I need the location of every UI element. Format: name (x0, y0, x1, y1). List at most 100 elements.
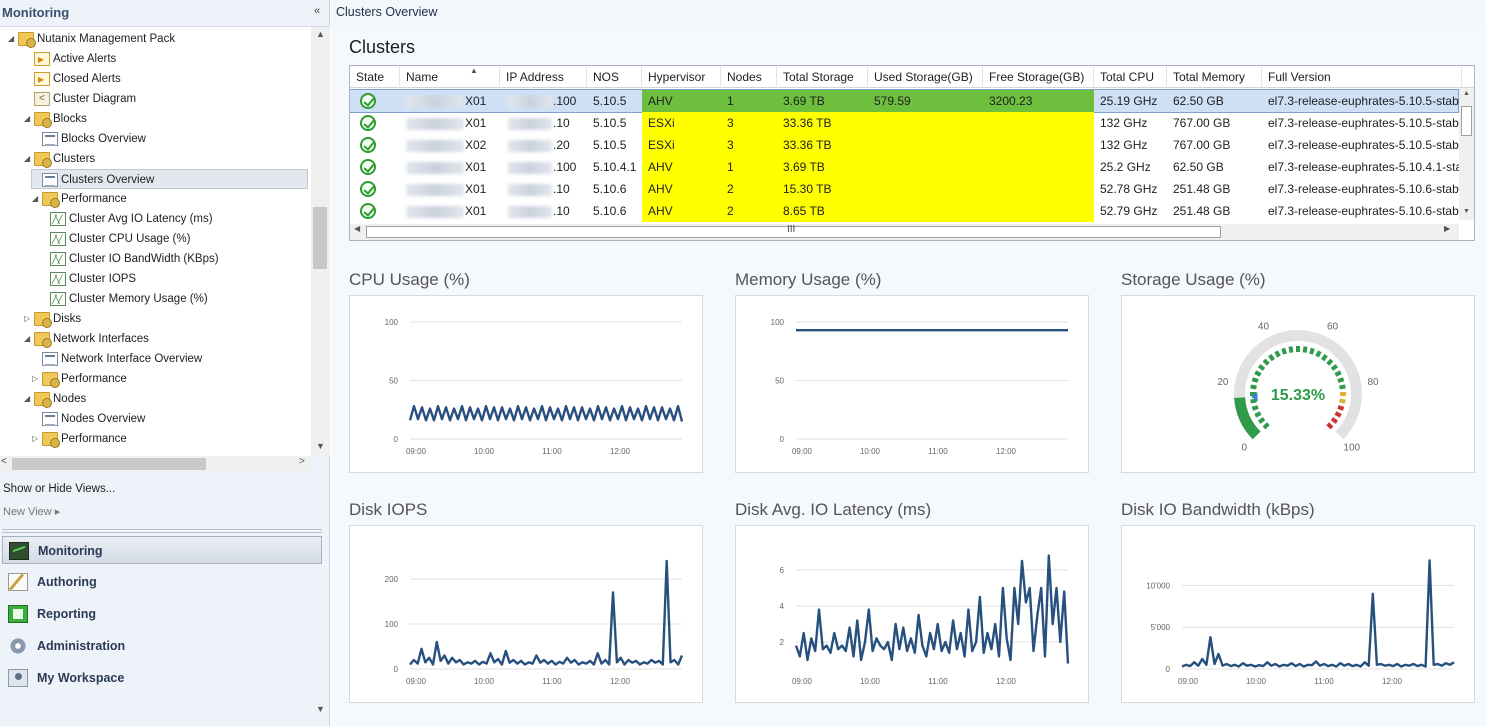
cell-name: X02 (400, 134, 500, 156)
column-header-total-storage[interactable]: Total Storage (777, 66, 868, 88)
tree-item-clusters[interactable]: ◢ Clusters (0, 149, 95, 169)
scroll-right-arrow-icon[interactable]: ▶ (1444, 224, 1450, 233)
tree-item-nodes-overview[interactable]: Nodes Overview (0, 409, 145, 429)
scroll-down-arrow-icon[interactable]: ▼ (316, 441, 325, 451)
state-view-icon (42, 411, 58, 426)
tree-expander-icon[interactable]: ▷ (24, 309, 34, 329)
workspace-label: Reporting (37, 607, 97, 621)
tree-item-network-interfaces[interactable]: ◢ Network Interfaces (0, 329, 149, 349)
tree-item-cluster-io-bandwidth-kbps[interactable]: Cluster IO BandWidth (KBps) (0, 249, 219, 270)
x-tick-label: 11:00 (1314, 677, 1334, 686)
y-tick-label: 200 (385, 575, 399, 584)
column-header-ip-address[interactable]: IP Address (500, 66, 587, 88)
column-header-total-cpu[interactable]: Total CPU (1094, 66, 1167, 88)
x-tick-label: 12:00 (1382, 677, 1403, 686)
cell-total-cpu: 132 GHz (1100, 116, 1148, 130)
tree-item-active-alerts[interactable]: Active Alerts (0, 49, 116, 70)
column-header-full-version[interactable]: Full Version (1262, 66, 1462, 88)
tree-vertical-scrollbar[interactable]: ▲ ▼ (311, 27, 330, 456)
scroll-down-arrow-icon[interactable]: ▼ (1463, 208, 1470, 215)
tree-item-clusters-overview[interactable]: Clusters Overview (31, 169, 308, 189)
scroll-up-arrow-icon[interactable]: ▲ (316, 29, 325, 39)
tree-item-performance[interactable]: ◢ Performance (0, 189, 127, 209)
y-tick-label: 0 (394, 665, 399, 674)
tree-item-cluster-memory-usage[interactable]: Cluster Memory Usage (%) (0, 289, 208, 310)
tree-item-cluster-diagram[interactable]: Cluster Diagram (0, 89, 136, 109)
tree-item-nutanix-management-pack[interactable]: ◢ Nutanix Management Pack (0, 29, 175, 49)
scroll-right-arrow-icon[interactable]: > (299, 456, 305, 467)
tree-expander-icon[interactable]: ▷ (32, 429, 42, 449)
y-tick-label: 0 (394, 435, 399, 444)
column-header-state[interactable]: State (350, 66, 400, 88)
y-tick-label: 50 (775, 377, 784, 386)
scroll-left-arrow-icon[interactable]: ◀ (354, 224, 360, 233)
table-row[interactable]: X01 .10 5.10.5 ESXi 3 33.36 TB 132 GHz 767.00 G… (350, 112, 1459, 134)
tree-item-disks[interactable]: ▷ Disks (0, 309, 81, 329)
tree-expander-icon[interactable]: ◢ (24, 109, 34, 129)
tree-expander-icon[interactable]: ◢ (24, 389, 34, 409)
new-view-menu[interactable]: New View ▸ (3, 505, 60, 518)
grid-vertical-scrollbar[interactable]: ▲ ▼ (1459, 88, 1474, 220)
cell-used-storage (868, 156, 983, 178)
tree-item-performance[interactable]: ▷ Performance (0, 429, 127, 449)
x-tick-label: 10:00 (474, 447, 495, 456)
tree-horizontal-scrollbar[interactable]: < > (0, 456, 312, 472)
cell-total-memory: 251.48 GB (1173, 182, 1231, 196)
column-header-used-storage-gb[interactable]: Used Storage(GB) (868, 66, 983, 88)
grid-horizontal-scrollbar[interactable]: ◀ III ▶ (350, 224, 1459, 240)
table-row[interactable]: X02 .20 5.10.5 ESXi 3 33.36 TB 132 GHz 767.00 G… (350, 134, 1459, 156)
grid-hscroll-thumb[interactable]: III (366, 224, 1221, 238)
scroll-up-arrow-icon[interactable]: ▲ (1463, 90, 1470, 97)
column-header-free-storage-gb[interactable]: Free Storage(GB) (983, 66, 1094, 88)
column-header-nodes[interactable]: Nodes (721, 66, 777, 88)
column-header-nos[interactable]: NOS (587, 66, 642, 88)
table-row[interactable]: X01 .10 5.10.6 AHV 2 8.65 TB 52.79 GHz 251.48 G… (350, 200, 1459, 222)
wunderbar-overflow-icon[interactable]: ▼ (316, 704, 325, 714)
cell-hypervisor: ESXi (642, 112, 721, 134)
wunderbar-splitter[interactable] (2, 529, 322, 533)
tree-item-label: Nodes Overview (61, 413, 146, 425)
grid-scroll-thumb[interactable] (1461, 106, 1472, 136)
column-header-hypervisor[interactable]: Hypervisor (642, 66, 721, 88)
show-hide-views-link[interactable]: Show or Hide Views... (3, 483, 115, 495)
workspace-button-administration[interactable]: Administration (2, 632, 322, 660)
tree-expander-icon[interactable]: ◢ (32, 189, 42, 209)
column-header-name[interactable]: Name (400, 66, 500, 88)
table-row[interactable]: X01 .100 5.10.5 AHV 1 3.69 TB 579.59 3200.23 25.… (350, 89, 1459, 113)
column-header-total-memory[interactable]: Total Memory (1167, 66, 1262, 88)
cell-hypervisor: AHV (642, 200, 721, 222)
tree-item-label: Network Interface Overview (61, 353, 203, 365)
tree-item-closed-alerts[interactable]: Closed Alerts (0, 69, 121, 90)
tree-item-cluster-iops[interactable]: Cluster IOPS (0, 269, 136, 290)
collapse-pane-button[interactable]: « (314, 5, 320, 17)
tree-scroll-thumb[interactable] (313, 207, 327, 269)
tree-item-cluster-avg-io-latency-ms[interactable]: Cluster Avg IO Latency (ms) (0, 209, 213, 230)
tree-item-nodes[interactable]: ◢ Nodes (0, 389, 86, 409)
tree-expander-icon[interactable]: ◢ (24, 329, 34, 349)
tree-item-performance[interactable]: ▷ Performance (0, 369, 127, 389)
cell-full-version: el7.3-release-euphrates-5.10.6-stab (1268, 182, 1459, 196)
gauge-tick-mark (1337, 405, 1345, 411)
workspace-button-reporting[interactable]: Reporting (2, 600, 322, 628)
workspace-button-monitoring[interactable]: Monitoring (2, 536, 322, 564)
workspace-button-my-workspace[interactable]: My Workspace (2, 664, 322, 692)
table-row[interactable]: X01 .10 5.10.6 AHV 2 15.30 TB 52.78 GHz 251.48 … (350, 178, 1459, 200)
workspace-button-authoring[interactable]: Authoring (2, 568, 322, 596)
gauge-tick-mark (1257, 417, 1266, 424)
tree-item-network-interface-overview[interactable]: Network Interface Overview (0, 349, 202, 369)
tree-expander-icon[interactable]: ◢ (8, 29, 18, 49)
tree-expander-icon[interactable]: ▷ (32, 369, 42, 389)
chart-svg: 0 100 200 09:00 10:00 11:00 12:00 (385, 559, 684, 686)
tree-item-cluster-cpu-usage[interactable]: Cluster CPU Usage (%) (0, 229, 190, 250)
table-row[interactable]: X01 .100 5.10.4.1 AHV 1 3.69 TB 25.2 GHz 62.50 … (350, 156, 1462, 178)
chart-view-icon (50, 270, 66, 290)
tree-item-blocks-overview[interactable]: Blocks Overview (0, 129, 146, 149)
cell-name: X01 (400, 90, 500, 112)
cell-free-storage (983, 134, 1094, 156)
cell-state (350, 112, 400, 134)
redacted-text (406, 161, 464, 174)
scroll-left-arrow-icon[interactable]: < (1, 456, 7, 467)
tree-expander-icon[interactable]: ◢ (24, 149, 34, 169)
tree-item-blocks[interactable]: ◢ Blocks (0, 109, 87, 129)
tree-hscroll-thumb[interactable] (12, 458, 206, 470)
